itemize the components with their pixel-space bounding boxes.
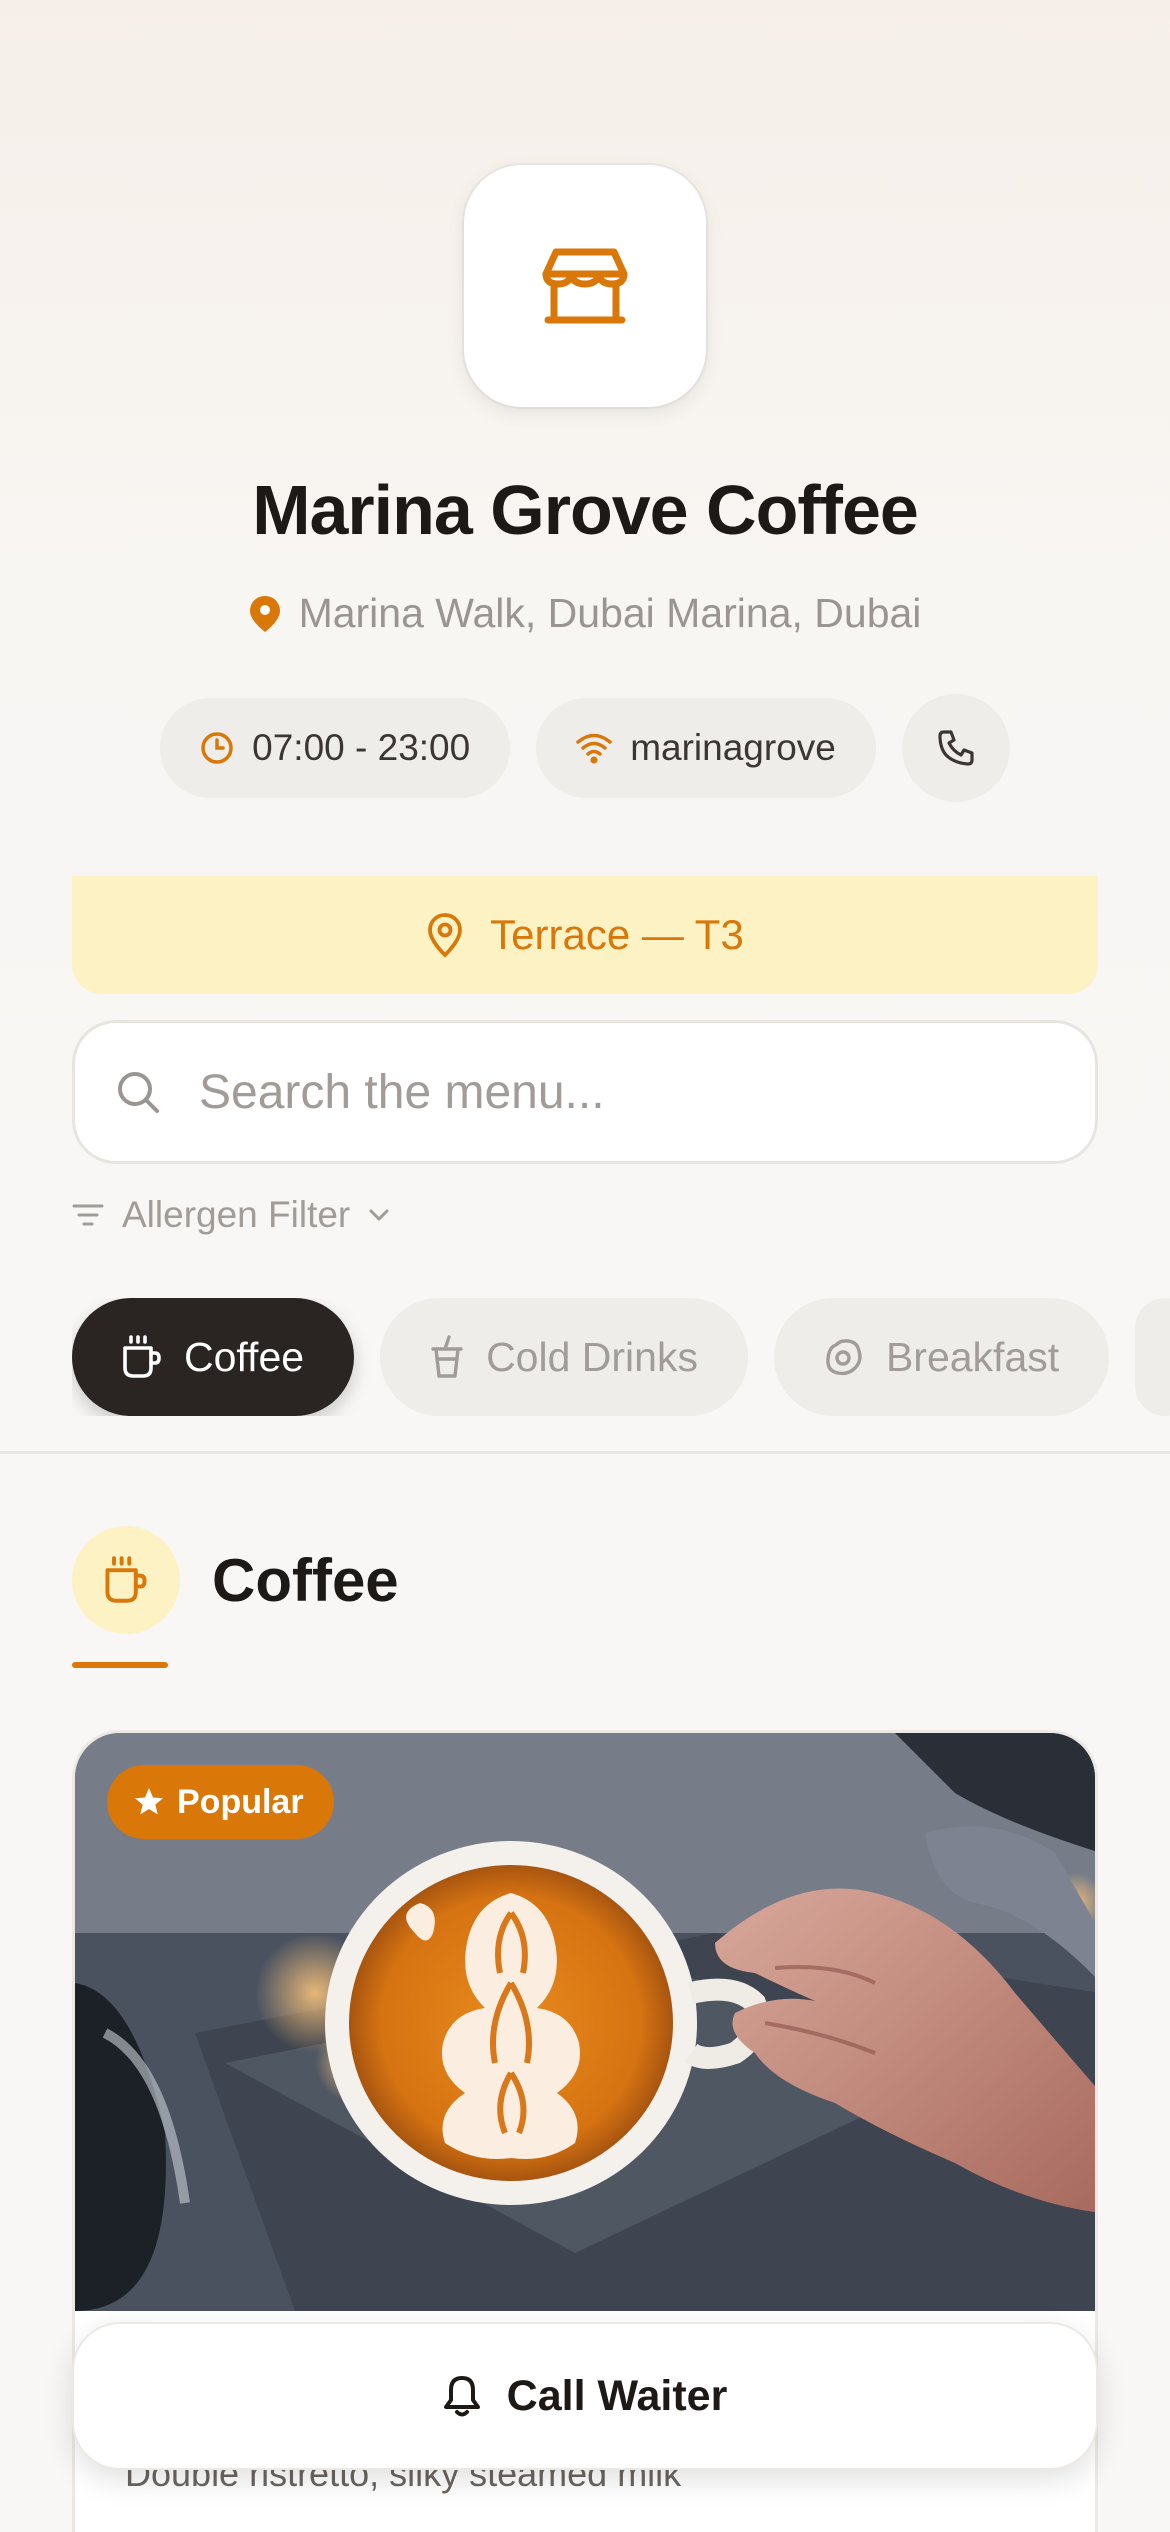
menu-item-image: Popular	[75, 1733, 1095, 2311]
popular-badge: Popular	[107, 1765, 334, 1839]
wifi-icon	[576, 733, 612, 764]
badge-label: Popular	[177, 1782, 304, 1821]
store-icon	[542, 248, 628, 324]
hours-text: 07:00 - 23:00	[252, 727, 471, 768]
call-waiter-button[interactable]: Call Waiter	[72, 2322, 1098, 2470]
call-venue-button[interactable]	[901, 694, 1010, 802]
location-pin-outline-icon	[428, 913, 463, 958]
wifi-chip[interactable]: marinagrove	[536, 698, 876, 798]
venue-info-chips: 07:00 - 23:00 marinagrove	[0, 694, 1170, 802]
wifi-text: marinagrove	[630, 727, 836, 768]
tab-label: Breakfast	[885, 1333, 1060, 1380]
tab-breakfast[interactable]: Breakfast	[773, 1298, 1110, 1416]
section-title: Coffee	[212, 1547, 399, 1614]
search-icon	[118, 1072, 159, 1113]
coffee-cup-icon	[123, 1335, 161, 1378]
call-waiter-label: Call Waiter	[506, 2371, 728, 2420]
table-banner: Terrace — T3	[72, 876, 1098, 994]
cold-cup-icon	[431, 1335, 463, 1378]
filter-icon	[72, 1204, 104, 1226]
allergen-filter-label: Allergen Filter	[122, 1194, 351, 1235]
tab-label: Cold Drinks	[486, 1333, 698, 1380]
search-input[interactable]	[199, 1064, 1059, 1120]
menu-page: Marina Grove Coffee Marina Walk, Dubai M…	[0, 0, 1170, 2532]
star-icon	[135, 1788, 163, 1815]
section-underline	[72, 1662, 168, 1668]
venue-logo	[464, 165, 706, 407]
divider	[0, 1451, 1170, 1454]
table-label: Terrace — T3	[490, 911, 744, 958]
venue-name: Marina Grove Coffee	[252, 471, 919, 549]
section-icon-badge	[72, 1526, 180, 1634]
coffee-cup-icon	[105, 1556, 147, 1603]
location-pin-icon	[249, 595, 280, 632]
location-text: Marina Walk, Dubai Marina, Dubai	[298, 590, 922, 636]
tab-cold-drinks[interactable]: Cold Drinks	[380, 1298, 748, 1416]
hours-chip: 07:00 - 23:00	[160, 698, 511, 798]
phone-icon	[938, 730, 974, 766]
chevron-down-icon	[369, 1209, 389, 1221]
tab-label: Coffee	[184, 1333, 305, 1380]
category-tabs: Coffee Cold Drinks Breakfast	[72, 1298, 1170, 1416]
tab-coffee[interactable]: Coffee	[72, 1298, 355, 1416]
search-bar[interactable]	[72, 1020, 1098, 1164]
venue-location: Marina Walk, Dubai Marina, Dubai	[0, 590, 1170, 637]
allergen-filter-toggle[interactable]: Allergen Filter	[72, 1190, 390, 1240]
bell-icon	[443, 2376, 480, 2417]
clock-icon	[201, 732, 233, 764]
egg-icon	[826, 1339, 862, 1376]
tab-more[interactable]	[1135, 1298, 1170, 1416]
